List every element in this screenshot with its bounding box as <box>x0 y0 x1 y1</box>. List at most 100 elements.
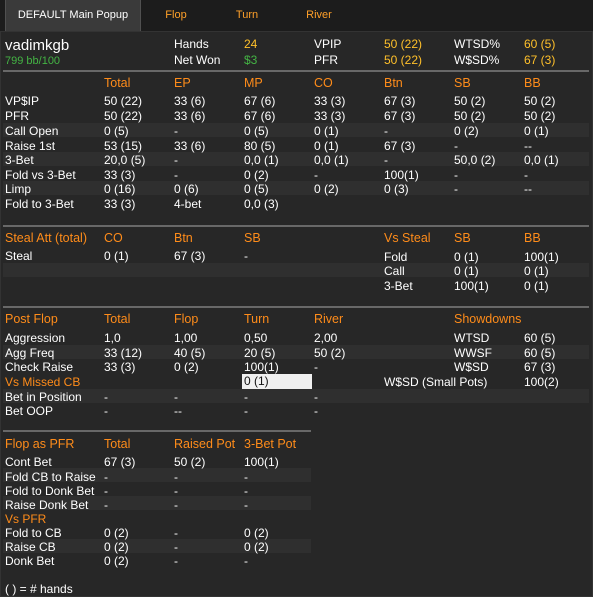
stat-cell: - <box>244 498 248 512</box>
stat-cell: - <box>174 498 178 512</box>
stat-cell: - <box>174 470 178 484</box>
tab-turn[interactable]: Turn <box>211 0 283 31</box>
stat-cell: 53 (15) <box>104 139 143 153</box>
stat-cell: 33 (3) <box>104 168 136 182</box>
stat-cell: 60 (5) <box>524 331 556 345</box>
stat-cell: 33 (6) <box>174 109 206 123</box>
stat-cell: 0,50 <box>244 331 268 345</box>
row-label-agg-freq: Agg Freq <box>5 346 55 360</box>
stat-cell: 50 (22) <box>104 109 143 123</box>
stat-cell: 0 (16) <box>104 182 136 196</box>
stat-cell: - <box>244 404 248 418</box>
stat-cell: 60 (5) <box>524 346 556 360</box>
stat-cell: - <box>174 390 178 404</box>
flop-as-pfr-title: Flop as PFR <box>5 437 75 451</box>
row-label-aggression: Aggression <box>5 331 66 345</box>
stat-cell: 0 (1) <box>314 124 339 138</box>
stat-cell: 1,0 <box>104 331 121 345</box>
stat-cell: 0 (2) <box>104 526 129 540</box>
tab-default-main-popup[interactable]: DEFAULT Main Popup <box>5 0 141 31</box>
preflop-header-bb: BB <box>524 76 541 90</box>
preflop-header-mp: MP <box>244 76 263 90</box>
stat-cell: - <box>104 404 108 418</box>
stat-cell: 67 (3) <box>384 94 416 108</box>
stat-cell: 2,00 <box>314 331 338 345</box>
stat-cell: - <box>104 498 108 512</box>
stat-cell: 4-bet <box>174 197 202 211</box>
stat-cell: 100(2) <box>524 375 559 389</box>
stat-cell: 100(1) <box>524 250 559 264</box>
preflop-header-ep: EP <box>174 76 191 90</box>
stat-cell: 0 (1) <box>454 250 479 264</box>
preflop-header-total: Total <box>104 76 131 90</box>
stat-cell: 50 (2) <box>174 455 206 469</box>
stat-cell: 80 (5) <box>244 139 276 153</box>
steal-header-co: CO <box>104 231 123 245</box>
stat-cell: 0 (2) <box>454 124 479 138</box>
row-label-raise-1st: Raise 1st <box>5 139 56 153</box>
pfr-header-total: Total <box>104 437 131 451</box>
stat-cell: - <box>174 484 178 498</box>
stat-cell: - <box>384 153 388 167</box>
stat-cell: - <box>174 540 178 554</box>
row-label-raise-donk-bet: Raise Donk Bet <box>5 498 89 512</box>
divider <box>3 306 589 308</box>
showdown-label-wtsd: WTSD <box>454 331 490 345</box>
row-label-check-raise: Check Raise <box>5 360 74 374</box>
stat-cell: 50 (2) <box>454 94 486 108</box>
postflop-header-river: River <box>314 312 344 326</box>
preflop-header-sb: SB <box>454 76 471 90</box>
postflop-header-flop: Flop <box>174 312 199 326</box>
row-label-fold-vs-3bet: Fold vs 3-Bet <box>5 168 76 182</box>
stat-cell: - <box>314 360 318 374</box>
stat-cell: - <box>454 139 458 153</box>
stat-cell: 0 (1) <box>524 279 549 293</box>
stat-cell: - <box>174 526 178 540</box>
stat-cell: 50 (2) <box>314 346 346 360</box>
showdown-label-wwsf: WWSF <box>454 346 492 360</box>
stat-cell: 67 (3) <box>174 249 206 263</box>
stat-cell: - <box>174 554 178 568</box>
row-label-bet-in-position: Bet in Position <box>5 390 82 404</box>
stat-cell: 50 (2) <box>524 109 556 123</box>
stat-cell: 0,0 (1) <box>314 153 349 167</box>
stat-cell: 50 (2) <box>454 109 486 123</box>
vpip-label: VPIP <box>314 37 342 51</box>
stat-cell: 0 (2) <box>244 168 269 182</box>
showdown-label-wsd-small-pots: W$SD (Small Pots) <box>384 375 488 389</box>
stat-cell: 33 (12) <box>104 346 143 360</box>
stat-cell: 20 (5) <box>244 346 276 360</box>
stat-cell: 0 (6) <box>174 182 199 196</box>
stat-cell: 0 (1) <box>524 124 549 138</box>
pfr-value: 50 (22) <box>384 53 423 67</box>
row-label-raise-cb: Raise CB <box>5 540 56 554</box>
row-label-fold-to-cb: Fold to CB <box>5 526 62 540</box>
row-label-fold-cb-to-raise: Fold CB to Raise <box>5 470 96 484</box>
stat-cell: 0 (2) <box>174 360 199 374</box>
row-label-call-open: Call Open <box>5 124 59 138</box>
steal-header-btn: Btn <box>174 231 193 245</box>
stat-cell: 100(1) <box>244 360 279 374</box>
stat-cell: 100(1) <box>244 455 279 469</box>
postflop-header-turn: Turn <box>244 312 270 326</box>
tab-river[interactable]: River <box>283 0 355 31</box>
wtsd-value: 60 (5) <box>524 37 556 51</box>
stat-cell: 67 (6) <box>244 109 276 123</box>
postflop-title: Post Flop <box>5 312 58 326</box>
stat-cell: - <box>244 484 248 498</box>
stat-cell: - <box>314 390 318 404</box>
tab-flop[interactable]: Flop <box>141 0 211 31</box>
stat-cell: 33 (3) <box>104 197 136 211</box>
pfr-header-3bet-pot: 3-Bet Pot <box>244 437 297 451</box>
stat-cell: - <box>244 470 248 484</box>
stat-cell: - <box>104 484 108 498</box>
stat-cell: 0 (2) <box>244 526 269 540</box>
stat-cell: 0,0 (1) <box>524 153 559 167</box>
showdown-label-wsd: W$SD <box>454 360 489 374</box>
stat-cell: - <box>104 470 108 484</box>
footer-note: ( ) = # hands <box>5 582 73 596</box>
vs-missed-cb-title: Vs Missed CB <box>5 375 81 389</box>
stat-cell: 0 (1) <box>104 249 129 263</box>
showdowns-title: Showdowns <box>454 312 522 326</box>
row-label-bet-oop: Bet OOP <box>5 404 54 418</box>
